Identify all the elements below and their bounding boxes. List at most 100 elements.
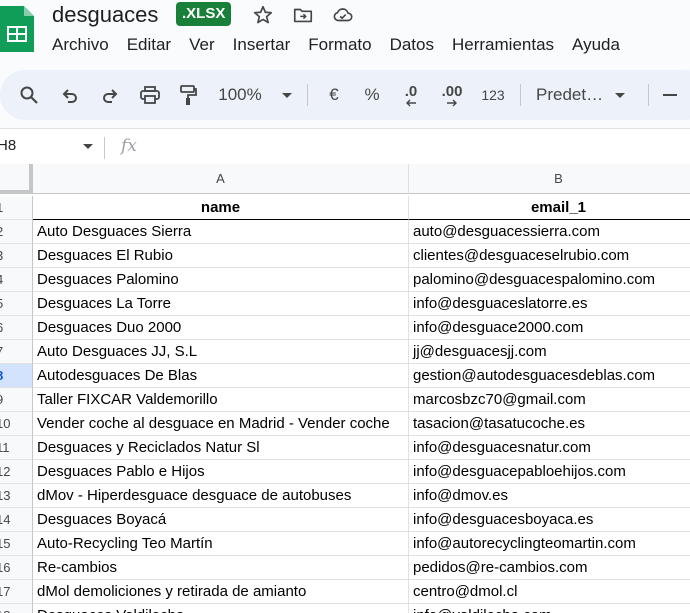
table-row: 8Autodesguaces De Blasgestion@autodesgua…	[0, 364, 690, 388]
cell-name[interactable]: Desguaces Duo 2000	[33, 316, 409, 340]
sheets-logo-icon[interactable]	[0, 6, 34, 52]
column-header-b[interactable]: B	[409, 164, 690, 194]
spreadsheet-app: desguaces .XLSX Archivo Editar Ver Inser…	[0, 0, 690, 613]
table-row: 13dMov - Hiperdesguace desguace de autob…	[0, 484, 690, 508]
increase-decimals-label: .00	[441, 82, 463, 100]
cell-email[interactable]: tasacion@tasatucoche.es	[409, 412, 690, 436]
cell-email[interactable]: palomino@desguacespalomino.com	[409, 268, 690, 292]
row-header[interactable]: 8	[0, 364, 33, 388]
cell-email[interactable]: jj@desguacesjj.com	[409, 340, 690, 364]
undo-button[interactable]	[58, 82, 82, 108]
row-header[interactable]: 16	[0, 556, 33, 580]
paint-format-button[interactable]	[176, 82, 200, 108]
row-header[interactable]: 13	[0, 484, 33, 508]
undo-icon	[62, 89, 77, 103]
cell-name[interactable]: Re-cambios	[33, 556, 409, 580]
row-header[interactable]: 7	[0, 340, 33, 364]
fx-icon: fx	[121, 136, 137, 156]
row-header[interactable]: 4	[0, 268, 33, 292]
toolbar: 100% € % .0 .00 123 Predet…	[0, 70, 690, 120]
currency-format-button[interactable]: €	[322, 82, 346, 108]
toolbar-divider	[520, 84, 521, 106]
cell-email[interactable]: info@desguaceslatorre.es	[409, 292, 690, 316]
cell-name[interactable]: Desguaces Boyacá	[33, 508, 409, 532]
row-header[interactable]: 9	[0, 388, 33, 412]
menu-ver[interactable]: Ver	[189, 34, 215, 58]
cell-email[interactable]: info@desguacesboyaca.es	[409, 508, 690, 532]
row-header[interactable]: 11	[0, 436, 33, 460]
spreadsheet-grid[interactable]: A B 1nameemail_1 2Auto Desguaces Sierraau…	[0, 164, 690, 613]
cell-email[interactable]: marcosbzc70@gmail.com	[409, 388, 690, 412]
row-header[interactable]: 18	[0, 604, 33, 613]
document-title[interactable]: desguaces	[52, 2, 158, 28]
table-row: 18Desguaces Valdilechainfo@valdilecha.co…	[0, 604, 690, 613]
menu-insertar[interactable]: Insertar	[233, 34, 291, 58]
font-select[interactable]: Predet…	[536, 82, 636, 108]
cell-email[interactable]: gestion@autodesguacesdeblas.com	[409, 364, 690, 388]
formula-bar-divider	[104, 137, 105, 159]
header-cell-email[interactable]: email_1	[409, 196, 690, 220]
cell-name[interactable]: Vender coche al desguace en Madrid - Ven…	[33, 412, 409, 436]
cell-email[interactable]: auto@desguacessierra.com	[409, 220, 690, 244]
row-header[interactable]: 3	[0, 244, 33, 268]
cell-name[interactable]: Desguaces Pablo e Hijos	[33, 460, 409, 484]
percent-format-button[interactable]: %	[360, 82, 384, 108]
name-box[interactable]: H8	[0, 137, 16, 154]
menu-archivo[interactable]: Archivo	[52, 34, 109, 58]
cell-name[interactable]: Desguaces La Torre	[33, 292, 409, 316]
cell-name[interactable]: Auto-Recycling Teo Martín	[33, 532, 409, 556]
redo-button[interactable]	[98, 82, 122, 108]
zoom-select[interactable]: 100%	[218, 82, 298, 108]
search-menus-button[interactable]	[17, 82, 41, 108]
cell-email[interactable]: info@desguacesnatur.com	[409, 436, 690, 460]
menu-ayuda[interactable]: Ayuda	[572, 34, 620, 58]
move-to-folder-icon[interactable]	[292, 4, 314, 26]
cell-name[interactable]: Desguaces y Reciclados Natur Sl	[33, 436, 409, 460]
cell-name[interactable]: Desguaces El Rubio	[33, 244, 409, 268]
menu-editar[interactable]: Editar	[127, 34, 171, 58]
decrease-font-size-button[interactable]	[660, 82, 680, 108]
row-header[interactable]: 12	[0, 460, 33, 484]
cell-email[interactable]: info@dmov.es	[409, 484, 690, 508]
cell-name[interactable]: Auto Desguaces Sierra	[33, 220, 409, 244]
header-cell-name[interactable]: name	[33, 196, 409, 220]
row-header[interactable]: 15	[0, 532, 33, 556]
cell-name[interactable]: Autodesguaces De Blas	[33, 364, 409, 388]
chevron-down-icon[interactable]	[82, 143, 94, 151]
decrease-decimals-button[interactable]: .0	[398, 82, 424, 108]
cell-name[interactable]: dMol demoliciones y retirada de amianto	[33, 580, 409, 604]
cell-name[interactable]: Desguaces Valdilecha	[33, 604, 409, 613]
cell-email[interactable]: centro@dmol.cl	[409, 580, 690, 604]
column-header-a[interactable]: A	[33, 164, 409, 194]
row-header[interactable]: 2	[0, 220, 33, 244]
menu-bar: Archivo Editar Ver Insertar Formato Dato…	[52, 34, 638, 58]
cell-email[interactable]: info@desguacepabloehijos.com	[409, 460, 690, 484]
cell-email[interactable]: clientes@desguaceselrubio.com	[409, 244, 690, 268]
row-header[interactable]: 5	[0, 292, 33, 316]
table-row: 10Vender coche al desguace en Madrid - V…	[0, 412, 690, 436]
print-button[interactable]	[138, 82, 162, 108]
row-header[interactable]: 1	[0, 196, 33, 220]
cell-name[interactable]: Auto Desguaces JJ, S.L	[33, 340, 409, 364]
row-header[interactable]: 17	[0, 580, 33, 604]
increase-decimals-button[interactable]: .00	[438, 82, 466, 108]
row-header[interactable]: 6	[0, 316, 33, 340]
cell-name[interactable]: Desguaces Palomino	[33, 268, 409, 292]
cell-name[interactable]: Taller FIXCAR Valdemorillo	[33, 388, 409, 412]
cell-email[interactable]: pedidos@re-cambios.com	[409, 556, 690, 580]
select-all-corner[interactable]	[0, 164, 33, 194]
more-formats-button[interactable]: 123	[478, 82, 508, 108]
cell-email[interactable]: info@desguace2000.com	[409, 316, 690, 340]
cell-email[interactable]: info@autorecyclingteomartin.com	[409, 532, 690, 556]
menu-herramientas[interactable]: Herramientas	[452, 34, 554, 58]
star-icon[interactable]	[252, 4, 274, 26]
row-header[interactable]: 10	[0, 412, 33, 436]
menu-formato[interactable]: Formato	[308, 34, 371, 58]
menu-datos[interactable]: Datos	[390, 34, 434, 58]
cell-email[interactable]: info@valdilecha.com	[409, 604, 690, 613]
table-row: 6Desguaces Duo 2000info@desguace2000.com	[0, 316, 690, 340]
row-header[interactable]: 14	[0, 508, 33, 532]
decrease-decimals-label: .0	[404, 82, 418, 100]
cloud-saved-icon[interactable]	[332, 4, 354, 26]
cell-name[interactable]: dMov - Hiperdesguace desguace de autobus…	[33, 484, 409, 508]
